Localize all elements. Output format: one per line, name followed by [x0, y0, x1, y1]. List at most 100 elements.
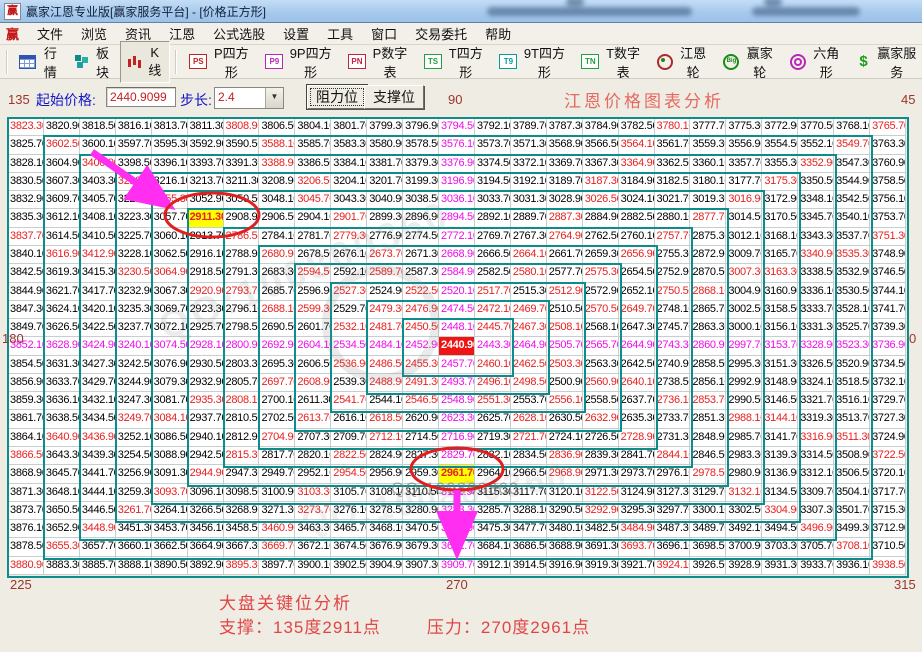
grid-cell[interactable]: 3643.30	[44, 447, 80, 465]
grid-cell[interactable]: 3177.70	[726, 173, 762, 191]
grid-cell[interactable]: 3770.50	[798, 118, 834, 136]
grid-cell[interactable]: 3256.90	[116, 465, 152, 483]
grid-cell[interactable]: 3624.10	[44, 301, 80, 319]
grid-cell[interactable]: 2834.50	[511, 447, 547, 465]
grid-cell[interactable]: 2455.30	[403, 356, 439, 374]
grid-cell[interactable]: 3343.30	[798, 228, 834, 246]
grid-cell[interactable]: 3890.50	[152, 557, 188, 575]
grid-cell[interactable]: 3213.70	[188, 173, 224, 191]
grid-cell[interactable]: 2836.90	[547, 447, 583, 465]
grid-cell[interactable]: 3405.70	[80, 191, 116, 209]
grid-cell[interactable]: 3768.10	[834, 118, 870, 136]
grid-cell[interactable]: 3916.90	[547, 557, 583, 575]
grid-cell[interactable]: 2772.10	[439, 228, 475, 246]
grid-cell[interactable]: 2760.10	[619, 228, 655, 246]
grid-cell[interactable]: 2887.30	[547, 209, 583, 227]
grid-cell[interactable]: 2745.70	[655, 319, 691, 337]
grid-cell[interactable]: 3782.50	[619, 118, 655, 136]
grid-cell[interactable]: 2755.30	[655, 246, 691, 264]
grid-cell[interactable]: 3924.10	[655, 557, 691, 575]
grid-cell[interactable]: 2534.50	[331, 337, 367, 355]
grid-cell[interactable]: 3064.90	[152, 264, 188, 282]
grid-cell[interactable]: 3160.90	[762, 283, 798, 301]
toolbar-button-9P四方形[interactable]: P99P四方形	[258, 39, 341, 85]
grid-cell[interactable]: 3525.70	[834, 319, 870, 337]
toolbar-button-9T四方形[interactable]: T99T四方形	[492, 39, 574, 85]
grid-cell[interactable]: 3508.90	[834, 447, 870, 465]
grid-cell[interactable]: 2810.50	[224, 410, 260, 428]
grid-cell[interactable]: 3835.30	[8, 209, 44, 227]
grid-cell[interactable]: 3938.50	[870, 557, 906, 575]
grid-cell[interactable]: 3676.90	[367, 538, 403, 556]
grid-cell[interactable]: 2844.10	[655, 447, 691, 465]
grid-cell[interactable]: 3669.70	[259, 538, 295, 556]
grid-cell[interactable]: 3384.10	[331, 155, 367, 173]
grid-cell[interactable]: 3542.50	[834, 191, 870, 209]
grid-cell[interactable]: 2558.50	[583, 392, 619, 410]
grid-cell[interactable]: 3468.10	[367, 520, 403, 538]
grid-cell[interactable]: 3062.50	[152, 246, 188, 264]
toolbar-button-P数字表[interactable]: PNP数字表	[341, 39, 417, 85]
grid-cell[interactable]: 3722.50	[870, 447, 906, 465]
grid-cell[interactable]: 3775.30	[726, 118, 762, 136]
grid-cell[interactable]: 3482.50	[583, 520, 619, 538]
grid-cell[interactable]: 2978.50	[690, 465, 726, 483]
grid-cell[interactable]: 3516.10	[834, 392, 870, 410]
grid-cell[interactable]: 2563.30	[583, 356, 619, 374]
grid-cell[interactable]: 3175.30	[762, 173, 798, 191]
grid-cell[interactable]: 3151.30	[762, 356, 798, 374]
grid-cell[interactable]: 3780.10	[655, 118, 691, 136]
grid-cell[interactable]: 2606.50	[295, 356, 331, 374]
grid-cell[interactable]: 2536.90	[331, 356, 367, 374]
grid-cell[interactable]: 3235.30	[116, 301, 152, 319]
grid-cell[interactable]: 3204.10	[331, 173, 367, 191]
toolbar-button-T数字表[interactable]: TNT数字表	[574, 39, 649, 85]
grid-cell[interactable]: 3276.10	[331, 502, 367, 520]
grid-cell[interactable]: 3765.70	[870, 118, 906, 136]
grid-cell[interactable]: 2505.70	[547, 337, 583, 355]
grid-cell[interactable]: 3724.90	[870, 429, 906, 447]
grid-cell[interactable]: 2500.90	[547, 374, 583, 392]
grid-cell[interactable]: 3124.90	[619, 484, 655, 502]
grid-cell[interactable]: 2488.90	[367, 374, 403, 392]
grid-cell[interactable]: 3105.70	[331, 484, 367, 502]
grid-cell[interactable]: 3710.50	[870, 538, 906, 556]
grid-cell[interactable]: 2510.50	[547, 301, 583, 319]
grid-cell[interactable]: 3777.70	[690, 118, 726, 136]
grid-cell[interactable]: 3818.50	[80, 118, 116, 136]
grid-cell[interactable]: 2623.30	[439, 410, 475, 428]
grid-cell[interactable]: 2925.70	[188, 319, 224, 337]
grid-cell[interactable]: 3856.90	[8, 374, 44, 392]
grid-cell[interactable]: 2479.30	[367, 301, 403, 319]
grid-cell[interactable]: 3794.50	[439, 118, 475, 136]
grid-cell[interactable]: 3076.90	[152, 356, 188, 374]
grid-cell[interactable]: 3580.90	[367, 136, 403, 154]
grid-cell[interactable]: 3220.90	[116, 191, 152, 209]
grid-cell[interactable]: 3904.90	[367, 557, 403, 575]
grid-cell[interactable]: 2464.90	[511, 337, 547, 355]
grid-cell[interactable]: 3864.10	[8, 429, 44, 447]
grid-cell[interactable]: 3288.10	[511, 502, 547, 520]
grid-cell[interactable]: 3784.90	[583, 118, 619, 136]
grid-cell[interactable]: 3458.50	[224, 520, 260, 538]
grid-cell[interactable]: 3340.90	[798, 246, 834, 264]
grid-cell[interactable]: 2560.90	[583, 374, 619, 392]
grid-cell[interactable]: 3434.50	[80, 410, 116, 428]
grid-cell[interactable]: 3667.30	[224, 538, 260, 556]
grid-cell[interactable]: 3660.10	[116, 538, 152, 556]
grid-cell[interactable]: 3271.30	[259, 502, 295, 520]
grid-cell[interactable]: 2930.50	[188, 356, 224, 374]
grid-cell[interactable]: 3804.10	[295, 118, 331, 136]
grid-cell[interactable]: 3902.50	[331, 557, 367, 575]
grid-cell[interactable]: 2551.30	[475, 392, 511, 410]
grid-cell[interactable]: 3640.90	[44, 429, 80, 447]
grid-cell[interactable]: 2940.10	[188, 429, 224, 447]
grid-cell[interactable]: 3242.50	[116, 356, 152, 374]
grid-cell[interactable]: 3684.10	[475, 538, 511, 556]
grid-cell[interactable]: 3024.10	[619, 191, 655, 209]
grid-cell[interactable]: 2460.10	[475, 356, 511, 374]
grid-cell[interactable]: 2944.90	[188, 465, 224, 483]
grid-cell[interactable]: 2976.10	[655, 465, 691, 483]
grid-cell[interactable]: 3650.50	[44, 502, 80, 520]
grid-cell[interactable]: 2817.70	[259, 447, 295, 465]
